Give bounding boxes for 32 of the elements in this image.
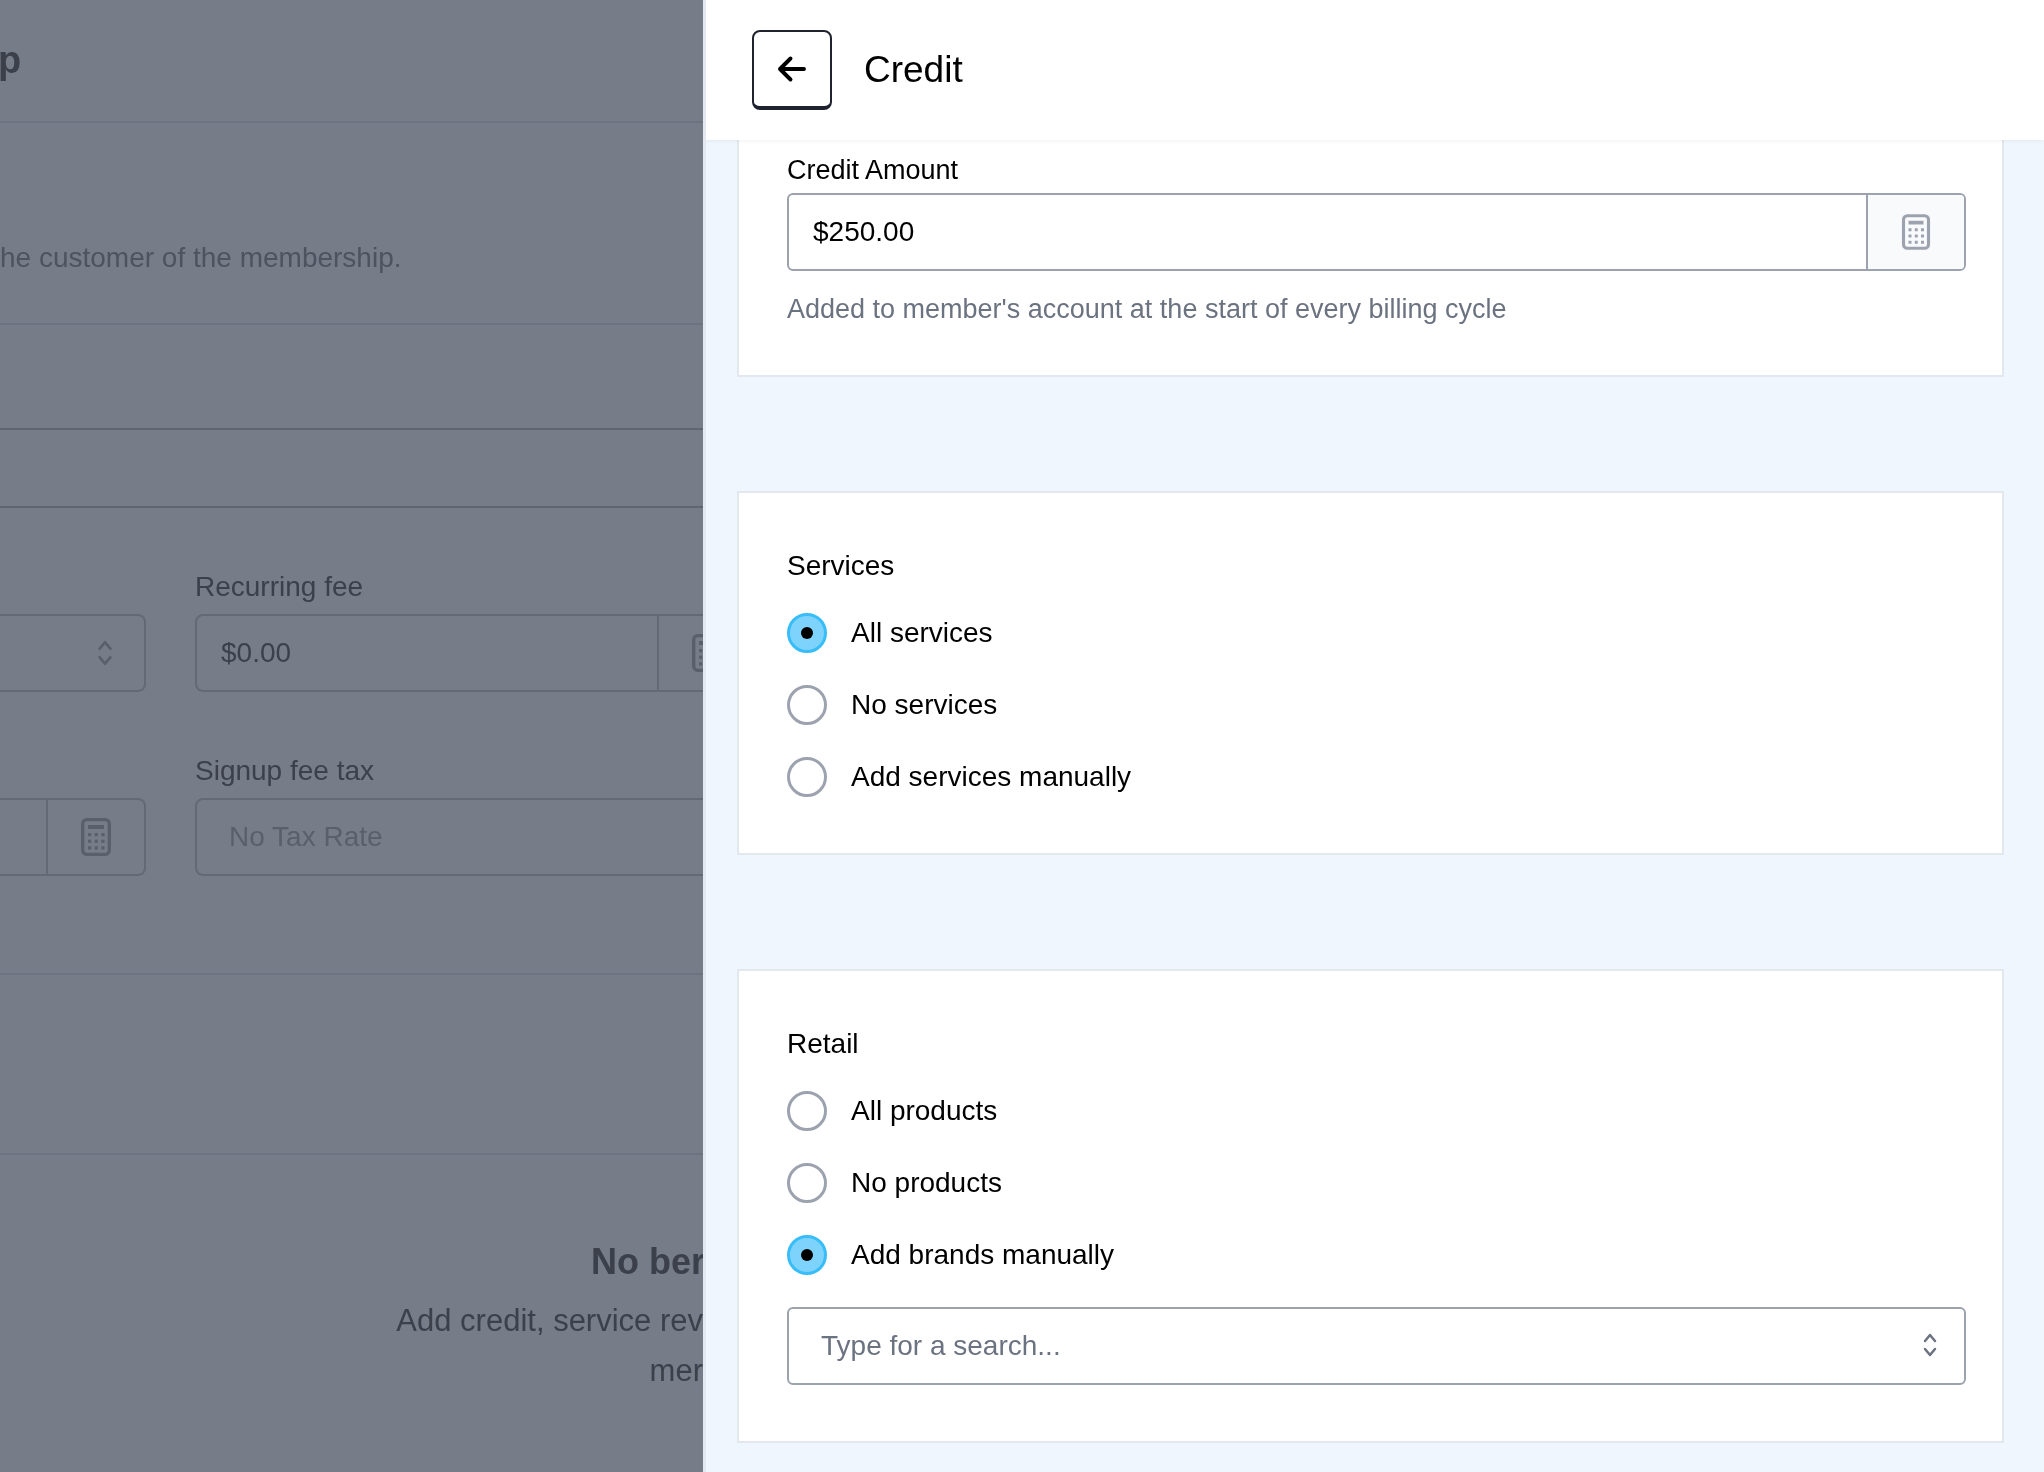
radio-button[interactable]: [787, 1091, 827, 1131]
radio-option[interactable]: All products: [787, 1091, 998, 1131]
radio-button[interactable]: [787, 757, 827, 797]
panel-title: Credit: [864, 48, 963, 93]
help-text: Added to member's account at the start of every billing cycle: [787, 293, 1508, 326]
radio-option[interactable]: Add brands manually: [787, 1235, 1115, 1275]
chevron-up-down-icon: [1922, 1331, 1938, 1359]
period-select[interactable]: [0, 614, 146, 692]
calculator-icon: [1901, 213, 1931, 251]
section-title: Retail: [787, 1027, 860, 1059]
back-button[interactable]: [752, 30, 832, 110]
search-select[interactable]: Type for a search...: [787, 1307, 1966, 1385]
radio-button[interactable]: [787, 685, 827, 725]
calculator-icon: [80, 817, 112, 857]
calculator-addon[interactable]: [1866, 195, 1964, 269]
section-title: Services: [787, 549, 896, 581]
radio-option[interactable]: All services: [787, 613, 993, 653]
radio-button[interactable]: [787, 1235, 827, 1275]
radio-button[interactable]: [787, 1163, 827, 1203]
empty-state-text: mer: [649, 1353, 703, 1389]
page-title: p: [0, 38, 22, 83]
radio-option[interactable]: No services: [787, 685, 998, 725]
empty-state-text: Add credit, service rev: [396, 1303, 703, 1339]
field-label: Signup fee tax: [195, 754, 376, 788]
field-label: Recurring fee: [195, 570, 365, 604]
radio-option[interactable]: No products: [787, 1163, 1002, 1203]
chevron-up-down-icon: [96, 638, 114, 668]
fee-input[interactable]: [0, 798, 146, 876]
credit-amount-input[interactable]: $250.00: [787, 193, 1966, 271]
field-label: Credit Amount: [787, 154, 960, 187]
radio-option[interactable]: Add services manually: [787, 757, 1132, 797]
radio-button[interactable]: [787, 613, 827, 653]
